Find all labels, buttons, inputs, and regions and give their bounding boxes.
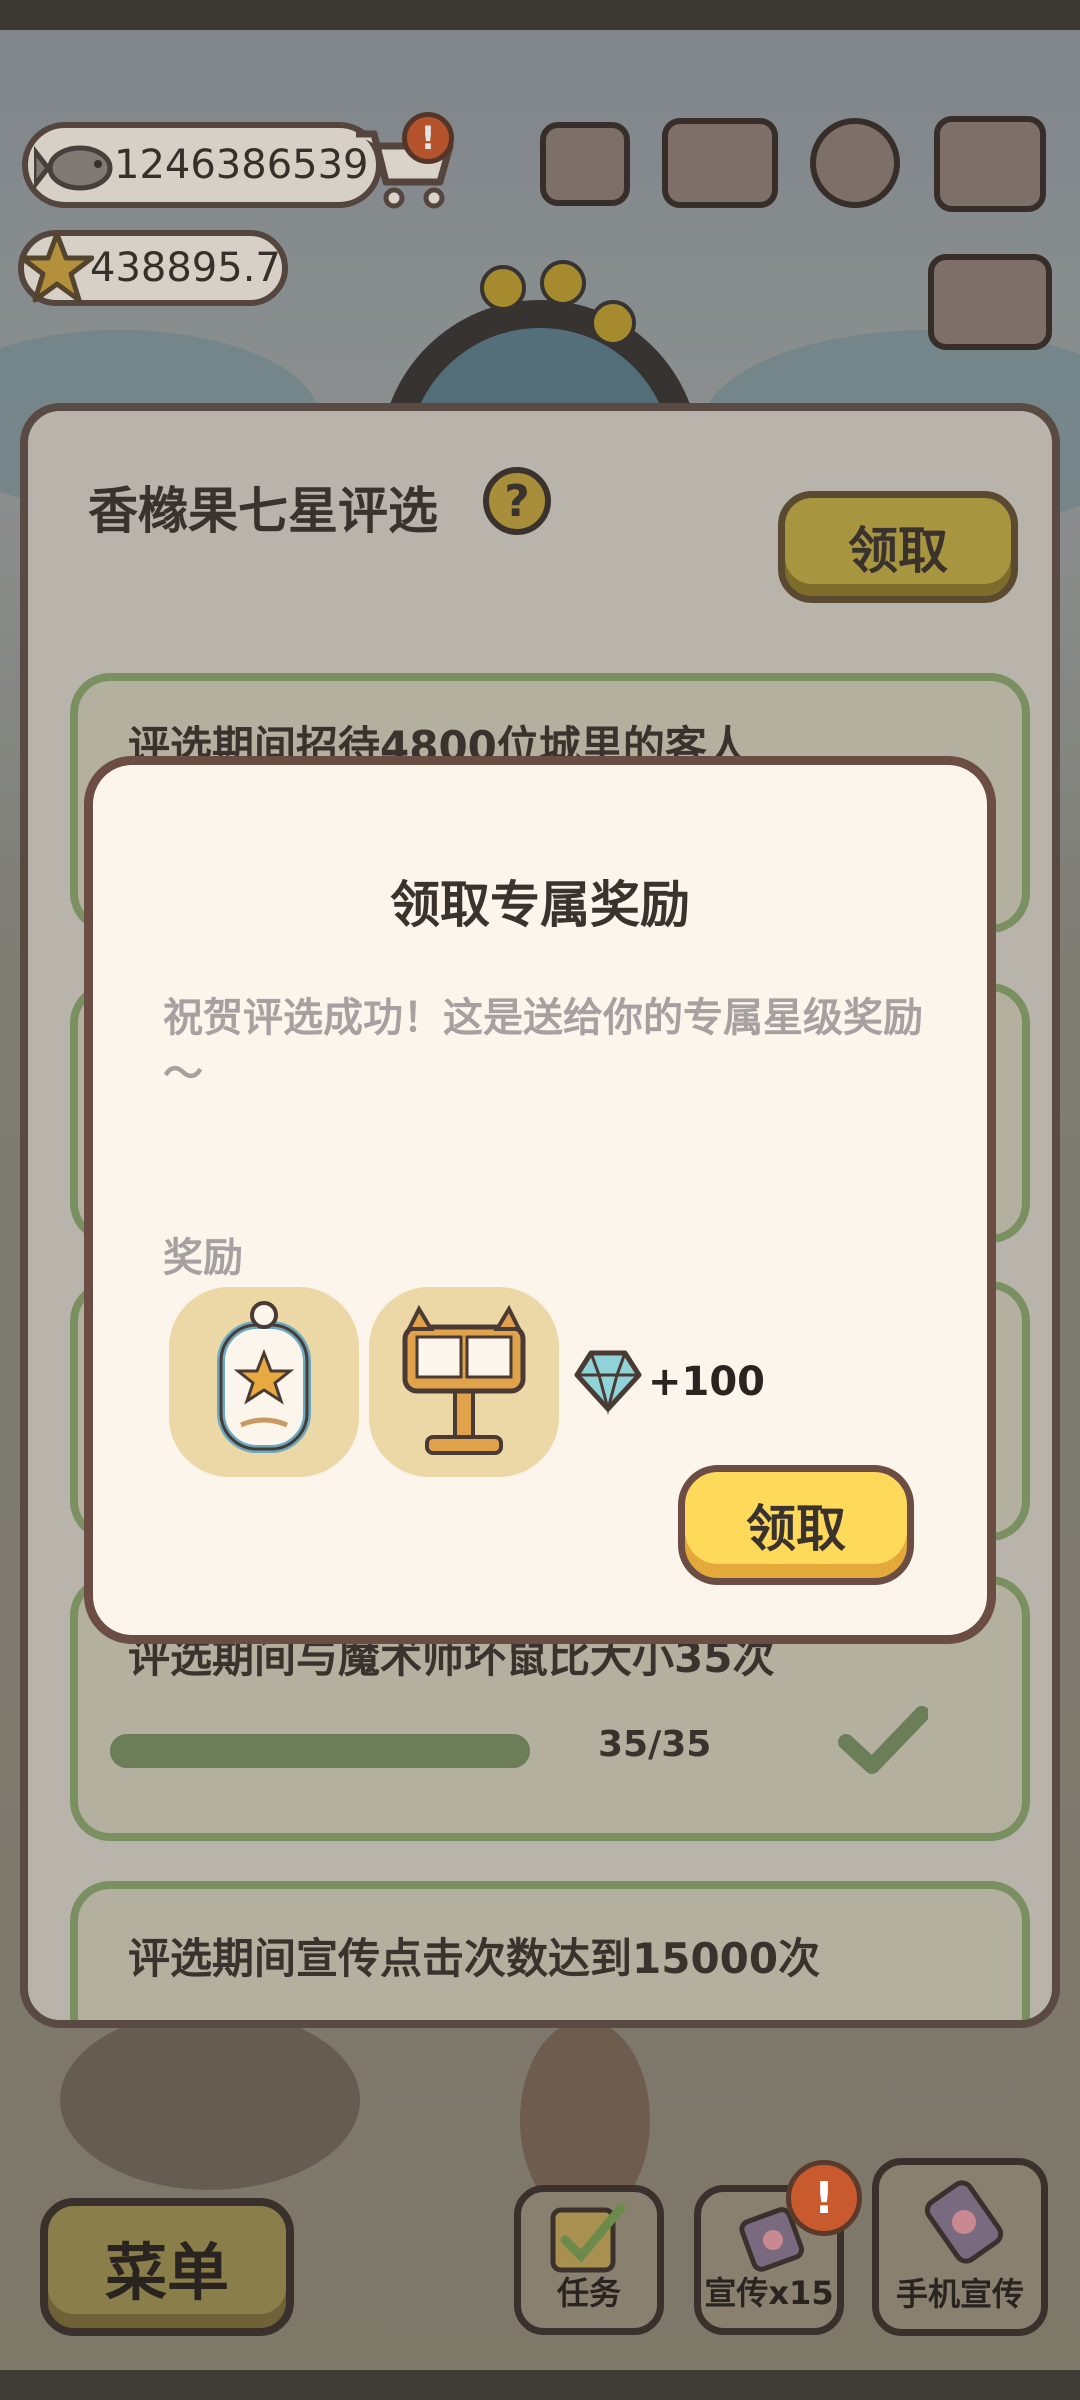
promo-alert-badge: ! bbox=[786, 2160, 862, 2236]
book-lectern-icon bbox=[402, 1304, 526, 1455]
task-button-label: 任务 bbox=[556, 2274, 621, 2312]
bottom-edge bbox=[0, 2370, 1080, 2400]
task-progress-fill bbox=[110, 1734, 530, 1768]
menu-button[interactable]: 菜单 bbox=[40, 2198, 294, 2336]
task-button[interactable]: 任务 bbox=[514, 2185, 664, 2335]
promo-button-label: 宣传x15 bbox=[704, 2274, 834, 2312]
reward-modal: 领取专属奖励 祝贺评选成功！这是送给你的专属星级奖励～ 奖励 +100 领取 bbox=[84, 756, 996, 1644]
modal-message: 祝贺评选成功！这是送给你的专属星级奖励～ bbox=[163, 995, 923, 1097]
task-label: 评选期间宣传点击次数达到15000次 bbox=[128, 1934, 821, 1983]
reward-item[interactable] bbox=[369, 1287, 559, 1477]
task-progress-bar bbox=[110, 1734, 530, 1768]
help-button[interactable]: ? bbox=[483, 467, 551, 535]
panel-claim-button[interactable]: 领取 bbox=[778, 491, 1018, 603]
phone-promo-label: 手机宣传 bbox=[895, 2275, 1024, 2313]
reward-label: 奖励 bbox=[163, 1235, 243, 1281]
phone-icon bbox=[924, 2180, 1004, 2264]
task-card: 评选期间宣传点击次数达到15000次 bbox=[70, 1881, 1030, 2020]
panel-title: 香橼果七星评选 bbox=[88, 482, 438, 540]
task-progress-text: 35/35 bbox=[598, 1724, 712, 1765]
phone-promo-button[interactable]: 手机宣传 bbox=[872, 2158, 1048, 2336]
claim-reward-button[interactable]: 领取 bbox=[678, 1465, 914, 1585]
check-icon bbox=[838, 1706, 928, 1774]
star-badge-icon bbox=[217, 1301, 311, 1453]
modal-title: 领取专属奖励 bbox=[390, 876, 690, 934]
gem-amount: +100 bbox=[648, 1359, 766, 1405]
reward-item[interactable] bbox=[169, 1287, 359, 1477]
diamond-gem-icon bbox=[574, 1350, 642, 1415]
